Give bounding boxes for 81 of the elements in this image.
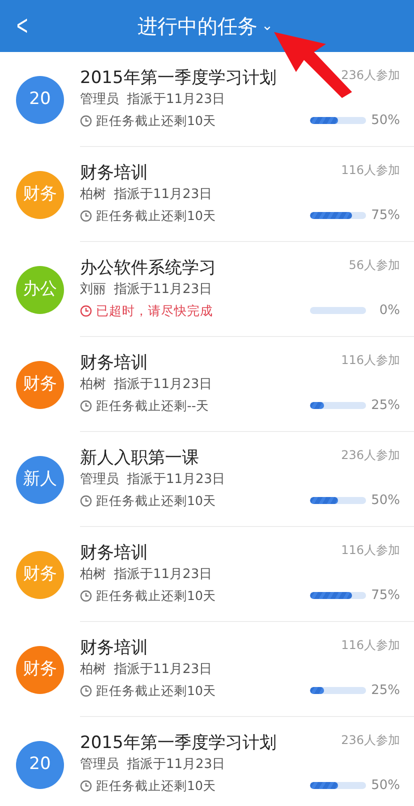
participant-count: 116人参加 [341, 542, 400, 559]
clock-icon [80, 590, 92, 602]
deadline-status: 距任务截止还剩10天 [96, 777, 216, 795]
assigner-name: 管理员 [80, 471, 119, 489]
progress-percent: 25% [370, 396, 400, 414]
progress-percent: 75% [370, 206, 400, 224]
clock-icon [80, 210, 92, 222]
task-row[interactable]: 20 2015年第一季度学习计划 管理员 指派于11月23日 距任务截止还剩10天 236人参加 50% [0, 52, 414, 147]
task-row[interactable]: 财务 财务培训 柏树 指派于11月23日 距任务截止还剩10天 116人参加 75% [0, 527, 414, 622]
task-title: 2015年第一季度学习计划 [80, 732, 278, 755]
progress-percent: 25% [370, 682, 400, 700]
deadline-status: 距任务截止还剩10天 [96, 587, 216, 605]
assigned-date: 指派于11月23日 [127, 91, 226, 109]
assigned-date: 指派于11月23日 [127, 471, 226, 489]
avatar-badge: 财务 [16, 550, 64, 598]
clock-icon [80, 400, 92, 412]
clock-icon [80, 115, 92, 127]
deadline-status: 距任务截止还剩10天 [96, 207, 216, 225]
deadline-status: 已超时，请尽快完成 [96, 302, 213, 320]
progress-bar [310, 212, 366, 219]
avatar-badge: 20 [16, 740, 64, 788]
participant-count: 236人参加 [341, 732, 400, 749]
avatar-badge: 财务 [16, 360, 64, 408]
progress-percent: 0% [378, 302, 400, 320]
task-row[interactable]: 财务 财务培训 柏树 指派于11月23日 距任务截止还剩10天 116人参加 75% [0, 147, 414, 242]
assigned-date: 指派于11月23日 [114, 186, 212, 204]
avatar-badge: 新人 [16, 456, 64, 504]
page-title: 进行中的任务 [137, 13, 258, 40]
assigned-date: 指派于11月23日 [127, 756, 226, 774]
assigner-name: 管理员 [80, 756, 119, 774]
progress-bar [310, 592, 366, 599]
deadline-status: 距任务截止还剩--天 [96, 397, 210, 415]
assigner-name: 柏树 [80, 186, 106, 204]
deadline-status: 距任务截止还剩10天 [96, 112, 216, 130]
participant-count: 116人参加 [341, 637, 400, 654]
assigner-name: 管理员 [80, 91, 119, 109]
avatar-badge: 20 [16, 76, 64, 124]
dropdown-button[interactable]: ⌄ [257, 16, 278, 36]
progress-bar [310, 782, 366, 789]
progress-bar [310, 402, 366, 409]
task-title: 财务培训 [80, 542, 149, 565]
clock-icon [80, 495, 92, 507]
assigner-name: 柏树 [80, 376, 106, 394]
deadline-status: 距任务截止还剩10天 [96, 492, 216, 510]
back-button[interactable]: < [6, 12, 38, 40]
participant-count: 236人参加 [341, 67, 400, 84]
task-row[interactable]: 新人 新人入职第一课 管理员 指派于11月23日 距任务截止还剩10天 236人参加 50% [0, 432, 414, 527]
task-title: 财务培训 [80, 352, 149, 375]
deadline-status: 距任务截止还剩10天 [96, 682, 216, 700]
progress-percent: 75% [370, 586, 400, 604]
clock-icon [80, 305, 92, 317]
assigned-date: 指派于11月23日 [114, 566, 212, 584]
clock-icon [80, 780, 92, 792]
task-row[interactable]: 财务 财务培训 柏树 指派于11月23日 距任务截止还剩--天 116人参加 25% [0, 337, 414, 432]
participant-count: 116人参加 [341, 162, 400, 179]
clock-icon [80, 685, 92, 697]
assigned-date: 指派于11月23日 [114, 376, 212, 394]
participant-count: 236人参加 [341, 447, 400, 464]
participant-count: 56人参加 [348, 257, 400, 274]
avatar-badge: 财务 [16, 646, 64, 694]
progress-bar [310, 496, 366, 504]
participant-count: 116人参加 [341, 352, 400, 369]
assigned-date: 指派于11月23日 [114, 281, 212, 299]
task-row[interactable]: 20 2015年第一季度学习计划 管理员 指派于11月23日 距任务截止还剩10天 236人参加 50% [0, 717, 414, 806]
assigned-date: 指派于11月23日 [114, 661, 212, 679]
progress-percent: 50% [370, 492, 400, 510]
task-title: 2015年第一季度学习计划 [80, 67, 278, 90]
task-title: 办公软件系统学习 [80, 257, 217, 280]
task-title: 财务培训 [80, 162, 149, 185]
progress-percent: 50% [370, 776, 400, 794]
progress-bar [310, 686, 366, 694]
task-title: 财务培训 [80, 637, 149, 660]
task-row[interactable]: 财务 财务培训 柏树 指派于11月23日 距任务截止还剩10天 116人参加 25% [0, 622, 414, 717]
progress-bar [310, 116, 366, 124]
task-title: 新人入职第一课 [80, 447, 200, 470]
progress-percent: 50% [370, 112, 400, 130]
assigner-name: 柏树 [80, 566, 106, 584]
assigner-name: 柏树 [80, 661, 106, 679]
assigner-name: 刘丽 [80, 281, 106, 299]
avatar-badge: 财务 [16, 170, 64, 218]
avatar-badge: 办公 [16, 266, 64, 314]
